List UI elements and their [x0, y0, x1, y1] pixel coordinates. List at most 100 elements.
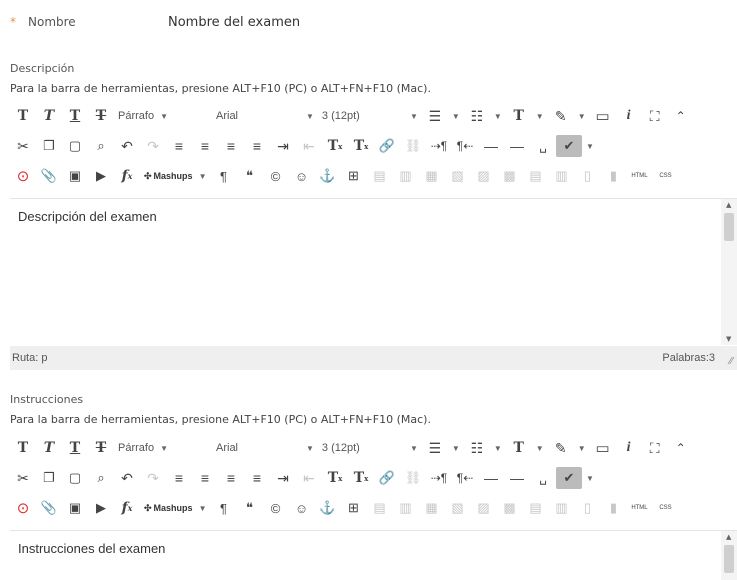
text-color-dropdown[interactable]: ▼	[532, 105, 548, 127]
col-before-icon[interactable]: ▩	[496, 497, 522, 519]
paragraph-mark-icon[interactable]: ¶	[210, 165, 236, 187]
horizontal-line-icon[interactable]: —	[478, 135, 504, 157]
strikethrough-button[interactable]: T	[88, 105, 114, 127]
text-color-dropdown[interactable]: ▼	[532, 437, 548, 459]
unlink-icon[interactable]: ⛓	[400, 135, 426, 157]
preview-icon[interactable]: ▭	[590, 437, 616, 459]
spellcheck-icon[interactable]: ✔	[556, 467, 582, 489]
row-before-icon[interactable]: ▦	[418, 497, 444, 519]
indent-icon[interactable]: ⇥	[270, 135, 296, 157]
info-icon[interactable]: i	[616, 105, 642, 127]
css-button[interactable]: CSS	[652, 165, 678, 187]
font-size-dropdown[interactable]: ▼ 3 (12pt)	[302, 437, 400, 459]
collapse-toolbar-icon[interactable]: ⌃	[668, 105, 694, 127]
unlink-icon[interactable]: ⛓	[400, 467, 426, 489]
math-formula-icon[interactable]: fx	[114, 497, 140, 519]
collapse-toolbar-icon[interactable]: ⌃	[668, 437, 694, 459]
paste-icon[interactable]: ▢	[62, 135, 88, 157]
attach-file-icon[interactable]: 📎	[36, 497, 62, 519]
link-icon[interactable]: 🔗	[374, 135, 400, 157]
name-input[interactable]: Nombre del examen	[168, 15, 300, 30]
scroll-thumb[interactable]	[724, 545, 734, 573]
align-justify-icon[interactable]: ≡	[244, 135, 270, 157]
scroll-up-icon[interactable]: ▲	[726, 533, 731, 541]
numbered-list-dropdown[interactable]: ▼	[490, 437, 506, 459]
delete-row-icon[interactable]: ▨	[470, 165, 496, 187]
font-family-dropdown[interactable]: Arial	[212, 105, 302, 127]
split-cells-icon[interactable]: ▯	[574, 165, 600, 187]
anchor-icon[interactable]: ⚓	[314, 497, 340, 519]
bullet-list-dropdown[interactable]: ▼	[448, 105, 464, 127]
numbered-list-icon[interactable]: ☷	[464, 437, 490, 459]
find-icon[interactable]: ⌕	[88, 467, 114, 489]
highlight-dropdown[interactable]: ▼	[574, 105, 590, 127]
blockquote-icon[interactable]: ❝	[236, 497, 262, 519]
paragraph-mark-icon[interactable]: ¶	[210, 497, 236, 519]
font-size-dropdown-arrow[interactable]: ▼	[400, 105, 422, 127]
highlight-pen-icon[interactable]: ✎	[548, 105, 574, 127]
scroll-up-icon[interactable]: ▲	[726, 201, 731, 209]
superscript-icon[interactable]: Tx	[322, 135, 348, 157]
highlight-dropdown[interactable]: ▼	[574, 437, 590, 459]
cut-icon[interactable]: ✂	[10, 135, 36, 157]
table-props-icon[interactable]: ▤	[366, 165, 392, 187]
instructions-editor-text[interactable]: Instrucciones del examen	[18, 541, 165, 556]
math-formula-icon[interactable]: fx	[114, 165, 140, 187]
mashups-dropdown[interactable]: ✣ Mashups ▼	[140, 497, 210, 519]
spellcheck-dropdown[interactable]: ▼	[582, 467, 598, 489]
nonbreaking-space-icon[interactable]: ␣	[530, 135, 556, 157]
bullet-list-icon[interactable]: ☰	[422, 437, 448, 459]
html-source-button[interactable]: HTML	[626, 165, 652, 187]
subscript-icon[interactable]: Tx	[348, 135, 374, 157]
find-icon[interactable]: ⌕	[88, 135, 114, 157]
align-left-icon[interactable]: ≡	[166, 135, 192, 157]
scroll-thumb[interactable]	[724, 213, 734, 241]
undo-icon[interactable]: ↶	[114, 135, 140, 157]
split-cells-icon[interactable]: ▯	[574, 497, 600, 519]
horizontal-rule-icon[interactable]: —	[504, 467, 530, 489]
insert-image-icon[interactable]: ▣	[62, 165, 88, 187]
emoticon-icon[interactable]: ☺	[288, 497, 314, 519]
description-editor[interactable]: Descripción del examen ▲ ▼	[10, 198, 737, 345]
copyright-icon[interactable]: ©	[262, 165, 288, 187]
row-after-icon[interactable]: ▧	[444, 165, 470, 187]
paragraph-format-dropdown[interactable]: Párrafo ▼	[114, 105, 212, 127]
anchor-icon[interactable]: ⚓	[314, 165, 340, 187]
emoticon-icon[interactable]: ☺	[288, 165, 314, 187]
redo-icon[interactable]: ↷	[140, 135, 166, 157]
paragraph-format-dropdown[interactable]: Párrafo ▼	[114, 437, 212, 459]
numbered-list-dropdown[interactable]: ▼	[490, 105, 506, 127]
fullscreen-icon[interactable]: ⛶	[642, 105, 668, 127]
copyright-icon[interactable]: ©	[262, 497, 288, 519]
copy-icon[interactable]: ❐	[36, 467, 62, 489]
rtl-icon[interactable]: ¶⇠	[452, 135, 478, 157]
copy-icon[interactable]: ❐	[36, 135, 62, 157]
bold-button[interactable]: T	[10, 105, 36, 127]
col-before-icon[interactable]: ▩	[496, 165, 522, 187]
css-button[interactable]: CSS	[652, 497, 678, 519]
cell-props-icon[interactable]: ▥	[392, 165, 418, 187]
scroll-down-icon[interactable]: ▼	[726, 335, 731, 343]
insert-image-icon[interactable]: ▣	[62, 497, 88, 519]
highlight-pen-icon[interactable]: ✎	[548, 437, 574, 459]
blockquote-icon[interactable]: ❝	[236, 165, 262, 187]
text-color-icon[interactable]: T	[506, 105, 532, 127]
delete-col-icon[interactable]: ▥	[548, 497, 574, 519]
record-icon[interactable]: ⊙	[10, 497, 36, 519]
link-icon[interactable]: 🔗	[374, 467, 400, 489]
preview-icon[interactable]: ▭	[590, 105, 616, 127]
col-after-icon[interactable]: ▤	[522, 497, 548, 519]
merge-cells-icon[interactable]: ▮	[600, 165, 626, 187]
html-source-button[interactable]: HTML	[626, 497, 652, 519]
italic-button[interactable]: T	[36, 105, 62, 127]
subscript-icon[interactable]: Tx	[348, 467, 374, 489]
description-scrollbar[interactable]: ▲ ▼	[721, 199, 737, 345]
merge-cells-icon[interactable]: ▮	[600, 497, 626, 519]
italic-button[interactable]: T	[36, 437, 62, 459]
indent-icon[interactable]: ⇥	[270, 467, 296, 489]
superscript-icon[interactable]: Tx	[322, 467, 348, 489]
outdent-icon[interactable]: ⇤	[296, 135, 322, 157]
info-icon[interactable]: i	[616, 437, 642, 459]
strikethrough-button[interactable]: T	[88, 437, 114, 459]
mashups-dropdown[interactable]: ✣ Mashups ▼	[140, 165, 210, 187]
